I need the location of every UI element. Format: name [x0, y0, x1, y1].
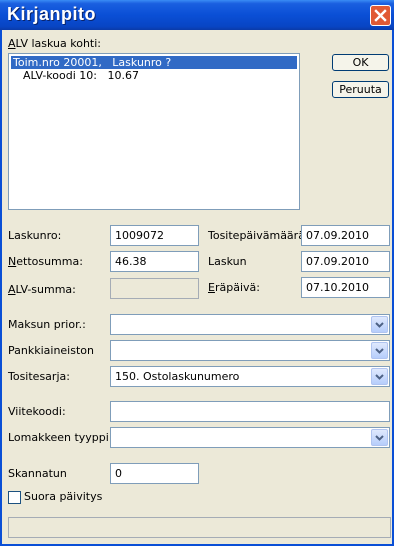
alv-summa-input: [110, 278, 199, 299]
ok-button[interactable]: OK: [332, 54, 389, 71]
close-icon: [374, 9, 387, 22]
laskunro-input[interactable]: 1009072: [110, 225, 199, 246]
suora-paivitys-checkbox[interactable]: [8, 491, 21, 504]
chevron-down-icon: [375, 373, 384, 380]
alv-listbox[interactable]: Toim.nro 20001, Laskunro ? ALV-koodi 10:…: [8, 53, 300, 210]
tositesarja-value: 150. Ostolaskunumero: [115, 370, 240, 383]
dropdown-button[interactable]: [371, 429, 388, 446]
tositepvm-label: Tositepäivämäärä:: [208, 229, 309, 242]
dropdown-button[interactable]: [371, 316, 388, 333]
maksun-prior-label: Maksun prior.:: [8, 318, 86, 331]
list-item[interactable]: Toim.nro 20001, Laskunro ?: [11, 56, 297, 69]
pankki-label: Pankkiaineiston: [8, 344, 94, 357]
laskun-date-input[interactable]: 07.09.2010: [301, 251, 390, 272]
tositepvm-input[interactable]: 07.09.2010: [301, 225, 390, 246]
skannatun-label: Skannatun: [8, 467, 67, 480]
laskunro-label: Laskunro:: [8, 229, 62, 242]
cancel-button[interactable]: Peruuta: [332, 81, 389, 98]
viitekoodi-label: Viitekoodi:: [8, 405, 66, 418]
dropdown-button[interactable]: [371, 342, 388, 359]
lomake-label: Lomakkeen tyyppi:: [8, 431, 113, 444]
tositesarja-combo[interactable]: 150. Ostolaskunumero: [110, 366, 390, 387]
skannatun-input[interactable]: 0: [110, 463, 199, 484]
tositesarja-label: Tositesarja:: [8, 370, 70, 383]
nettosumma-label-text: ettosumma:: [16, 255, 83, 268]
alv-summa-label-text: LV-summa:: [15, 283, 76, 296]
chevron-down-icon: [375, 321, 384, 328]
viitekoodi-input[interactable]: [110, 401, 390, 422]
suora-paivitys-label: Suora päivitys: [24, 490, 103, 503]
alv-list-label: ALV laskua kohti:: [8, 37, 101, 50]
erapaiva-label-text: räpäivä:: [214, 281, 260, 294]
nettosumma-input[interactable]: 46.38: [110, 251, 199, 272]
pankki-combo[interactable]: [110, 340, 390, 361]
lomake-combo[interactable]: [110, 427, 390, 448]
alv-summa-label: ALV-summa:: [8, 283, 76, 296]
dropdown-button[interactable]: [371, 368, 388, 385]
laskun-label: Laskun: [208, 255, 247, 268]
erapaiva-label: Eräpäivä:: [208, 281, 260, 294]
chevron-down-icon: [375, 434, 384, 441]
erapaiva-input[interactable]: 07.10.2010: [301, 277, 390, 298]
close-button[interactable]: [370, 5, 391, 26]
title-bar: Kirjanpito: [0, 0, 394, 30]
nettosumma-label: Nettosumma:: [8, 255, 83, 268]
chevron-down-icon: [375, 347, 384, 354]
maksun-prior-combo[interactable]: [110, 314, 390, 335]
list-item[interactable]: ALV-koodi 10: 10.67: [11, 69, 307, 82]
window-title: Kirjanpito: [7, 4, 96, 24]
status-bar: [8, 517, 391, 538]
